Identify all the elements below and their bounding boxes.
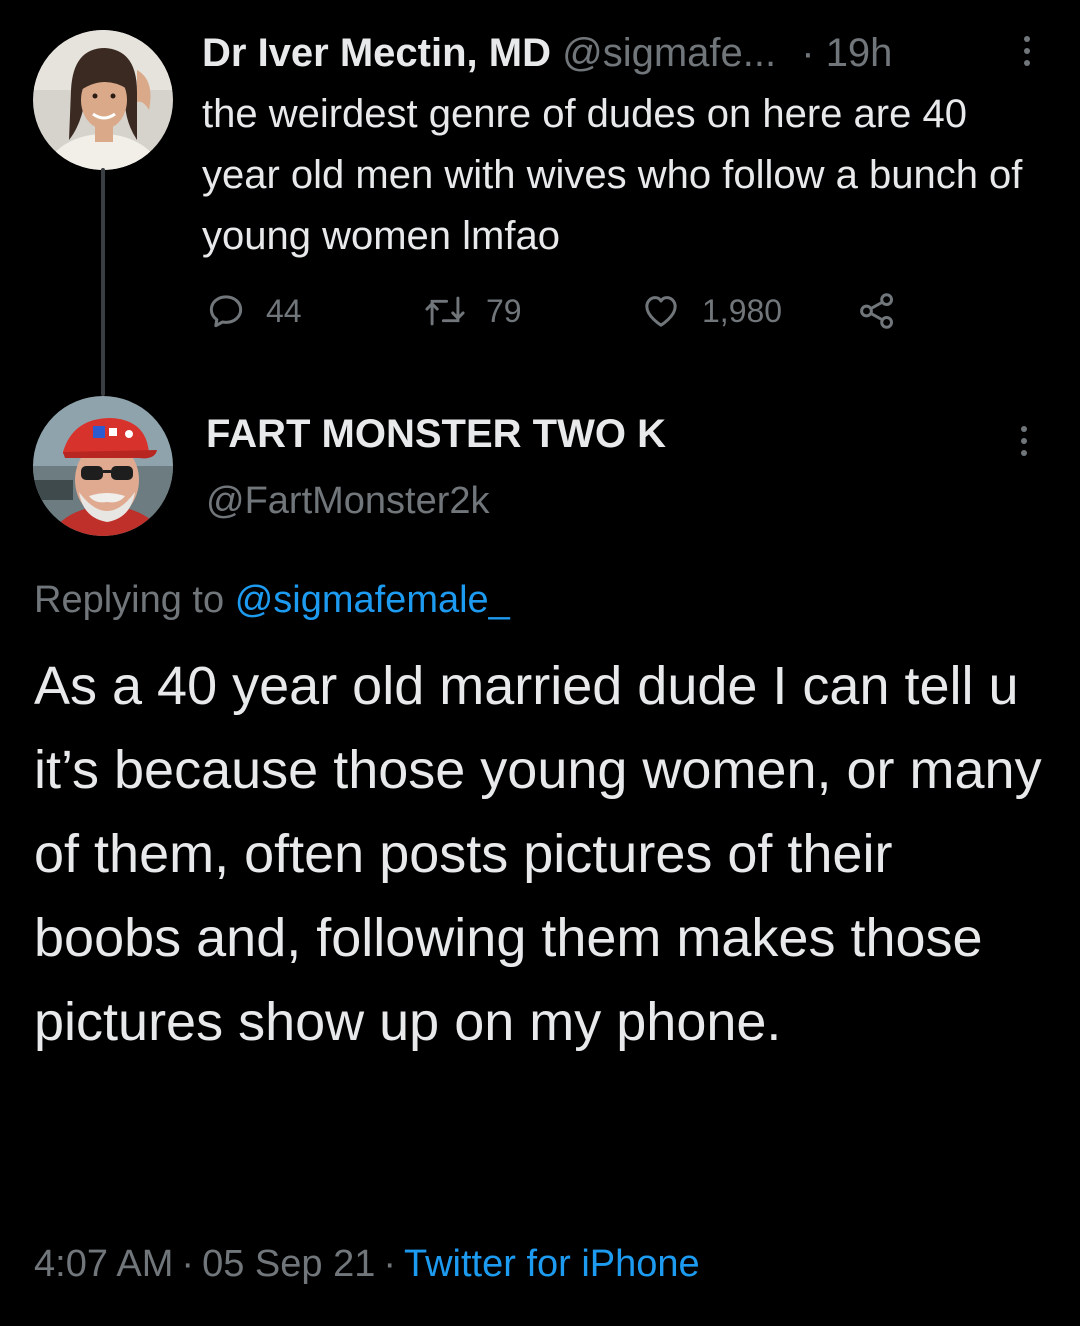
original-tweet-header: Dr Iver Mectin, MD @sigmafe... · 19h [202, 28, 1002, 78]
tweet-date[interactable]: 05 Sep 21 [202, 1243, 375, 1285]
vertical-dots-icon[interactable] [1021, 36, 1033, 72]
replying-to-handle-link[interactable]: @sigmafemale_ [235, 579, 510, 621]
original-author-handle[interactable]: @sigmafe... [562, 31, 776, 75]
speech-bubble-icon [206, 291, 246, 331]
like-count: 1,980 [702, 292, 783, 329]
retweet-arrows-icon [424, 291, 466, 331]
reply-author-name[interactable]: FART MONSTER TWO K [206, 406, 666, 462]
reply-author-handle[interactable]: @FartMonster2k [206, 474, 490, 528]
original-author-avatar[interactable] [33, 30, 173, 170]
share-action[interactable] [856, 286, 898, 336]
reply-tweet-text: As a 40 year old married dude I can tell… [34, 656, 1042, 1052]
reply-author-avatar[interactable] [33, 396, 173, 536]
vertical-dots-icon[interactable] [1018, 426, 1030, 462]
replying-to-prefix: Replying to [34, 579, 225, 621]
original-tweet-time[interactable]: 19h [826, 31, 893, 75]
header-separator: · [801, 31, 815, 75]
meta-separator: · [383, 1243, 396, 1285]
original-tweet-text: the weirdest genre of dudes on here are … [202, 92, 1023, 258]
like-action[interactable]: 1,980 [640, 286, 782, 336]
meta-separator: · [181, 1243, 195, 1285]
tweet-metadata: 4:07 AM · 05 Sep 21 · Twitter for iPhone [34, 1236, 700, 1292]
reply-action[interactable]: 44 [206, 286, 302, 336]
share-nodes-icon [856, 290, 898, 332]
heart-icon [640, 291, 682, 331]
thread-connector-line [101, 168, 105, 396]
retweet-action[interactable]: 79 [424, 286, 522, 336]
replying-to-line: Replying to @sigmafemale_ [34, 572, 510, 628]
tweet-source-link[interactable]: Twitter for iPhone [404, 1243, 700, 1285]
tweet-time[interactable]: 4:07 AM [34, 1243, 173, 1285]
retweet-count: 79 [486, 292, 522, 329]
original-tweet-actions: 44 79 1,980 [202, 286, 922, 336]
original-author-name[interactable]: Dr Iver Mectin, MD [202, 31, 551, 75]
reply-count: 44 [266, 292, 302, 329]
